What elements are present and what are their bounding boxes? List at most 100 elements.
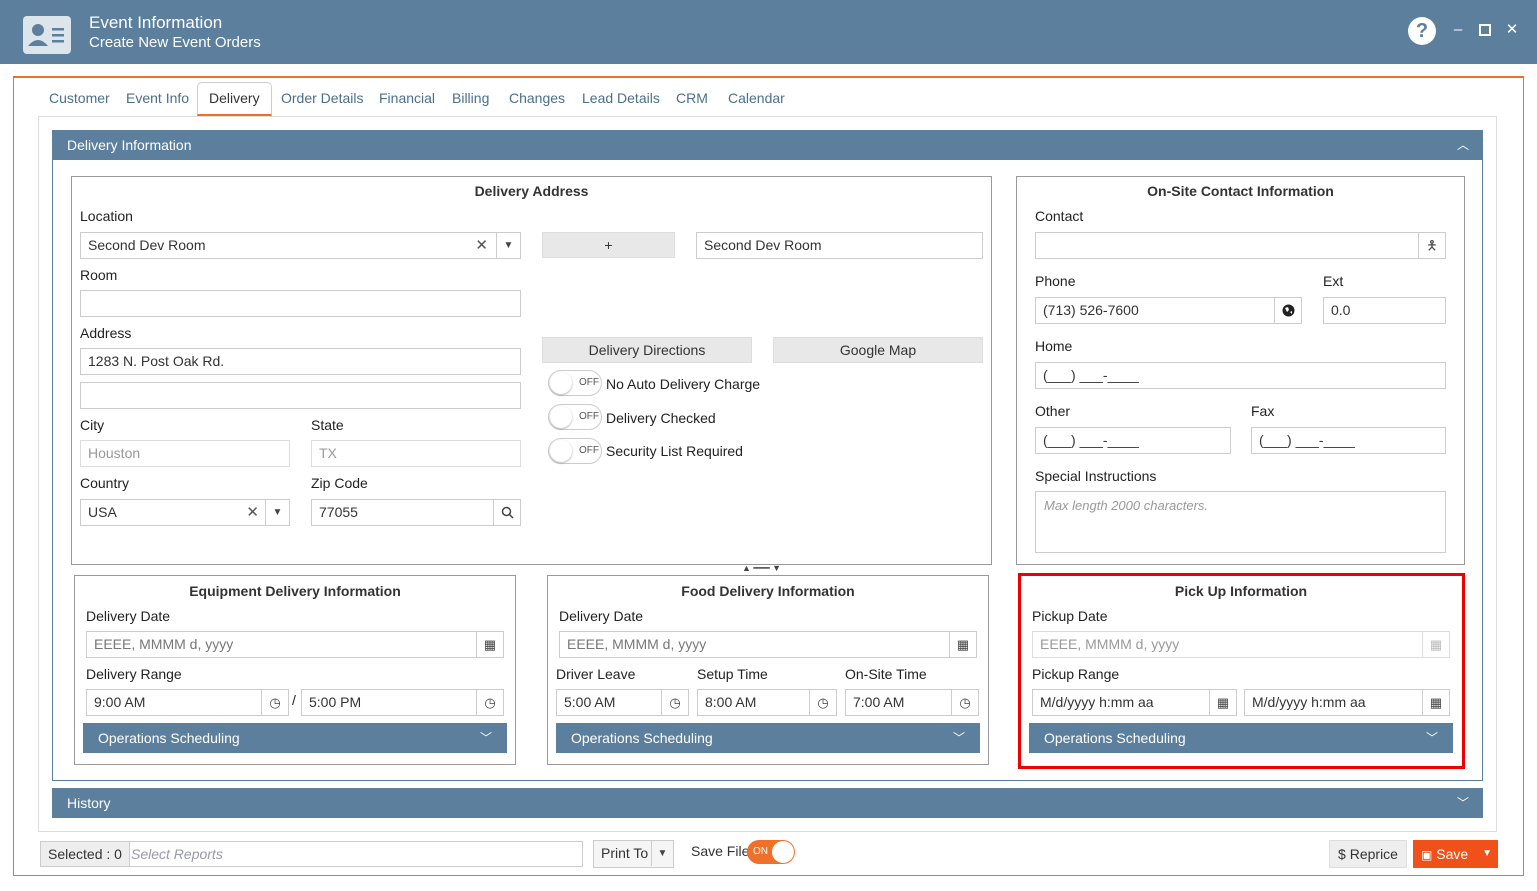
equipment-range-label: Delivery Range	[86, 666, 182, 682]
delivery-checked-toggle[interactable]: OFF	[548, 404, 602, 430]
fax-field[interactable]: (___) ___-____	[1251, 427, 1446, 454]
location-label: Location	[80, 208, 133, 224]
tab-billing[interactable]: Billing	[452, 82, 489, 116]
chevron-down-icon: ﹀	[952, 731, 965, 745]
delivery-info-title: Delivery Information	[67, 137, 192, 153]
home-phone-field[interactable]: (___) ___-____	[1035, 362, 1446, 389]
equipment-delivery-title: Equipment Delivery Information	[189, 583, 401, 599]
tab-lead-details[interactable]: Lead Details	[582, 82, 660, 116]
other-phone-field[interactable]: (___) ___-____	[1035, 427, 1231, 454]
other-label: Other	[1035, 403, 1071, 419]
setup-time-field[interactable]: 8:00 AM ◷	[697, 689, 837, 716]
room-label: Room	[80, 267, 118, 283]
equipment-ops-scheduling[interactable]: Operations Scheduling ﹀	[83, 723, 507, 753]
onsite-time-label: On-Site Time	[845, 666, 927, 682]
no-auto-charge-toggle[interactable]: OFF	[548, 370, 602, 396]
calendar-icon[interactable]: ▦	[476, 632, 503, 657]
address-line1-field[interactable]: 1283 N. Post Oak Rd.	[80, 348, 521, 375]
tab-changes[interactable]: Changes	[509, 82, 565, 116]
zip-field[interactable]: 77055	[311, 499, 521, 526]
save-file-toggle[interactable]: ON	[747, 840, 795, 864]
add-location-button[interactable]: +	[542, 232, 675, 258]
driver-leave-field[interactable]: 5:00 AM ◷	[556, 689, 689, 716]
address-label: Address	[80, 325, 132, 341]
clear-icon[interactable]: ✕	[246, 500, 259, 525]
tab-delivery[interactable]: Delivery	[197, 82, 272, 116]
tab-order-details[interactable]: Order Details	[281, 82, 363, 116]
chevron-down-icon: ﹀	[1456, 796, 1469, 810]
contact-label: Contact	[1035, 208, 1084, 224]
ext-field[interactable]: 0.0	[1323, 297, 1446, 324]
location-select[interactable]: Second Dev Room ✕ ▼	[80, 232, 521, 259]
phone-field[interactable]: (713) 526-7600	[1035, 297, 1302, 324]
tab-customer[interactable]: Customer	[49, 82, 110, 116]
special-instructions-label: Special Instructions	[1035, 468, 1157, 484]
delivery-directions-button[interactable]: Delivery Directions	[542, 337, 752, 363]
city-field[interactable]: Houston	[80, 440, 290, 467]
clock-icon[interactable]: ◷	[476, 690, 503, 715]
onsite-time-field[interactable]: 7:00 AM ◷	[845, 689, 979, 716]
special-instructions-field[interactable]: Max length 2000 characters.	[1035, 491, 1446, 553]
contact-card-icon	[23, 16, 71, 54]
equipment-start-time[interactable]: 9:00 AM ◷	[86, 689, 289, 716]
home-label: Home	[1035, 338, 1073, 354]
chevron-down-icon[interactable]: ▼	[651, 841, 673, 866]
location-name-field[interactable]: Second Dev Room	[696, 232, 983, 259]
equipment-date-label: Delivery Date	[86, 608, 171, 624]
select-reports-placeholder: Select Reports	[131, 846, 223, 862]
history-title: History	[67, 795, 111, 811]
maximize-button[interactable]	[1476, 20, 1494, 40]
clock-icon[interactable]: ◷	[809, 690, 836, 715]
clock-icon[interactable]: ◷	[661, 690, 688, 715]
chevron-down-icon[interactable]: ▼	[1482, 840, 1492, 868]
contact-field[interactable]: 🯅	[1035, 232, 1446, 259]
tab-financial[interactable]: Financial	[379, 82, 435, 116]
security-list-label: Security List Required	[606, 443, 743, 459]
equipment-end-time[interactable]: 5:00 PM ◷	[301, 689, 504, 716]
security-list-toggle[interactable]: OFF	[548, 438, 602, 464]
country-select[interactable]: USA ✕ ▼	[80, 499, 290, 526]
dollar-icon: $	[1338, 846, 1346, 862]
minimize-button[interactable]: –	[1449, 20, 1467, 40]
state-label: State	[311, 417, 344, 433]
google-map-button[interactable]: Google Map	[773, 337, 983, 363]
close-button[interactable]: ✕	[1503, 20, 1521, 40]
location-value: Second Dev Room	[88, 237, 206, 253]
highlight-box	[1018, 573, 1465, 769]
equipment-date-field[interactable]: EEEE, MMMM d, yyyy ▦	[86, 631, 504, 658]
print-to-button[interactable]: Print To ▼	[593, 840, 674, 868]
splitter-handle[interactable]: ▲ ━━━ ▼	[742, 563, 781, 574]
person-icon[interactable]: 🯅	[1418, 233, 1445, 258]
delivery-info-header[interactable]: Delivery Information ︿	[52, 130, 1483, 160]
fax-label: Fax	[1251, 403, 1275, 419]
tab-crm[interactable]: CRM	[676, 82, 708, 116]
window-title: Event Information	[89, 13, 223, 32]
reports-selector[interactable]: Selected : 0 Select Reports	[40, 841, 583, 867]
calendar-icon[interactable]: ▦	[949, 632, 976, 657]
chevron-down-icon[interactable]: ▼	[496, 233, 520, 258]
tab-event-info[interactable]: Event Info	[126, 82, 189, 116]
delivery-address-title: Delivery Address	[474, 183, 589, 199]
food-date-field[interactable]: EEEE, MMMM d, yyyy ▦	[559, 631, 977, 658]
save-file-label: Save File	[691, 843, 750, 859]
chevron-down-icon[interactable]: ▼	[265, 500, 289, 525]
no-auto-charge-label: No Auto Delivery Charge	[606, 376, 761, 392]
search-icon[interactable]	[493, 500, 520, 525]
clear-icon[interactable]: ✕	[475, 233, 488, 258]
clock-icon[interactable]: ◷	[261, 690, 288, 715]
state-field[interactable]: TX	[311, 440, 521, 467]
country-label: Country	[80, 475, 130, 491]
save-button[interactable]: ▣ Save ▼	[1413, 840, 1498, 868]
setup-time-label: Setup Time	[697, 666, 768, 682]
help-icon[interactable]: ?	[1408, 17, 1436, 45]
chevron-down-icon: ﹀	[479, 731, 492, 745]
address-line2-field[interactable]	[80, 382, 521, 409]
globe-icon[interactable]	[1274, 298, 1301, 323]
reprice-button[interactable]: $ Reprice	[1329, 840, 1407, 868]
food-ops-scheduling[interactable]: Operations Scheduling ﹀	[556, 723, 980, 753]
room-field[interactable]	[80, 290, 521, 317]
tab-calendar[interactable]: Calendar	[728, 82, 785, 116]
onsite-contact-title: On-Site Contact Information	[1147, 183, 1334, 199]
history-header[interactable]: History ﹀	[52, 788, 1483, 818]
clock-icon[interactable]: ◷	[951, 690, 978, 715]
